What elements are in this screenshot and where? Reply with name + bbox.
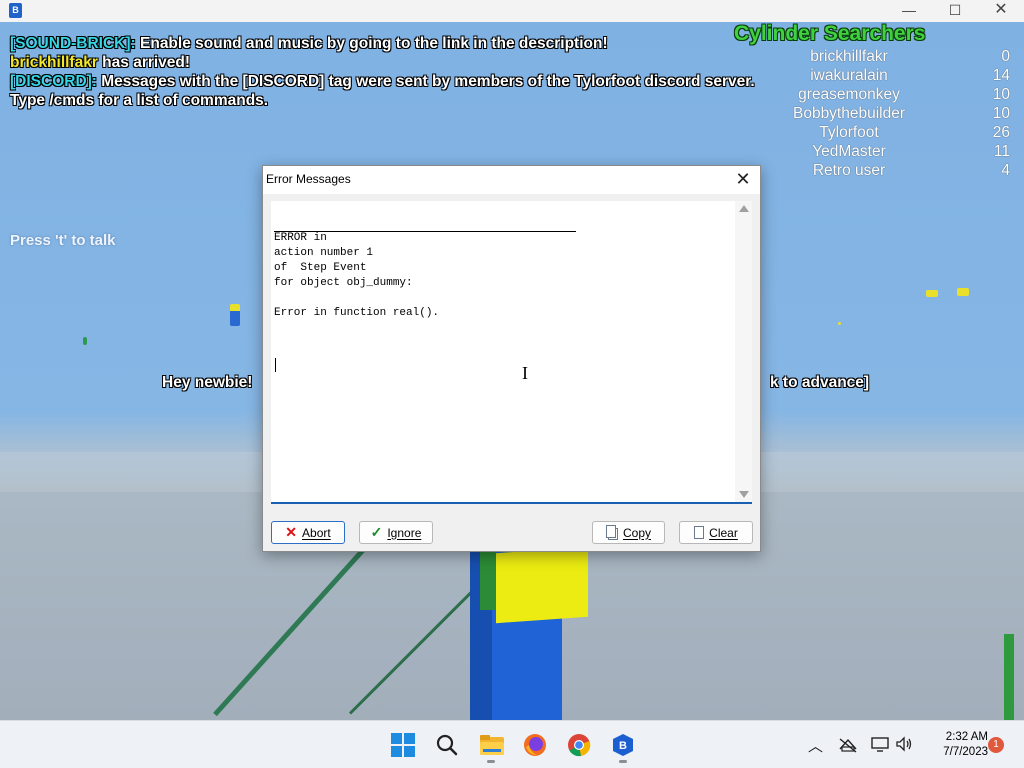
distant-player	[838, 322, 841, 325]
chat-log: [SOUND-BRICK]: Enable sound and music by…	[10, 34, 755, 110]
file-explorer-icon[interactable]	[479, 733, 504, 757]
ignore-label: Ignore	[387, 525, 422, 540]
volume-icon[interactable]	[895, 736, 913, 757]
dialog-titlebar[interactable]: Error Messages ✕	[263, 166, 760, 194]
chat-line: [SOUND-BRICK]: Enable sound and music by…	[10, 34, 755, 53]
chrome-icon[interactable]	[567, 733, 591, 757]
player-score: 10	[992, 86, 1010, 103]
chat-message: Type /cmds for a list of commands.	[10, 92, 269, 109]
green-rail-2	[348, 578, 486, 715]
error-text-area[interactable]: ERROR in action number 1 of Step Event f…	[271, 201, 752, 504]
chat-line: brickhillfakr has arrived!	[10, 53, 755, 72]
scroll-up-arrow-icon[interactable]	[739, 205, 749, 212]
green-pole	[1004, 634, 1014, 720]
error-message-text: ERROR in action number 1 of Step Event f…	[274, 232, 440, 319]
player-name: Bobbythebuilder	[792, 105, 906, 122]
leaderboard-row: Tylorfoot 26	[734, 124, 1014, 143]
clock-date: 7/7/2023	[943, 746, 988, 758]
player-avatar-head	[496, 546, 588, 624]
player-name: iwakuralain	[810, 67, 888, 84]
text-caret	[275, 358, 276, 372]
chat-tag: [DISCORD]:	[10, 73, 97, 90]
clear-button[interactable]: Clear	[679, 521, 753, 544]
taskbar: B ︿ 2:32 AM 7/7/2023 1	[0, 720, 1024, 768]
chat-line: [DISCORD]: Messages with the [DISCORD] t…	[10, 72, 755, 91]
tutorial-bubble-right: k to advance]	[770, 374, 870, 391]
minimize-button[interactable]: —	[886, 0, 932, 22]
blank-document-icon	[694, 526, 705, 539]
chat-message: has arrived!	[97, 54, 191, 71]
leaderboard-row: YedMaster 11	[734, 143, 1014, 162]
abort-button[interactable]: ✕ Abort	[271, 521, 345, 544]
leaderboard-title: Cylinder Searchers	[734, 22, 926, 45]
vertical-scrollbar[interactable]	[735, 201, 752, 502]
error-dialog: Error Messages ✕ ERROR in action number …	[262, 165, 761, 552]
player-name: Tylorfoot	[819, 124, 879, 141]
leaderboard-row: brickhillfakr 0	[734, 48, 1014, 67]
search-icon[interactable]	[435, 733, 459, 757]
player-avatar-arm	[480, 550, 496, 610]
leaderboard-row: Bobbythebuilder 10	[734, 105, 1014, 124]
player-name: YedMaster	[812, 143, 886, 160]
tutorial-bubble-left: Hey newbie!	[162, 374, 253, 391]
network-offline-icon[interactable]	[838, 737, 858, 758]
player-score: 4	[1001, 162, 1010, 179]
maximize-button[interactable]: ☐	[932, 0, 978, 22]
separator-line	[274, 231, 576, 232]
running-indicator	[487, 760, 495, 763]
player-score: 14	[992, 67, 1010, 84]
scroll-down-arrow-icon[interactable]	[739, 491, 749, 498]
player-score: 0	[1001, 48, 1010, 65]
dialog-close-button[interactable]: ✕	[732, 168, 754, 190]
notification-badge[interactable]: 1	[988, 737, 1004, 753]
taskbar-clock[interactable]: 2:32 AM 7/7/2023	[918, 730, 988, 760]
text-cursor-icon: I	[522, 363, 528, 383]
copy-icon	[605, 525, 618, 540]
copy-button[interactable]: Copy	[592, 521, 665, 544]
player-score: 26	[992, 124, 1010, 141]
chevron-up-icon[interactable]: ︿	[808, 735, 823, 756]
brickhill-app-icon: B	[9, 3, 22, 18]
x-icon: ✕	[285, 524, 298, 540]
copy-label: Copy	[622, 525, 651, 540]
running-indicator	[619, 760, 627, 763]
chat-message: Messages with the [DISCORD] tag were sen…	[96, 73, 755, 90]
dialog-title: Error Messages	[266, 172, 351, 186]
abort-label: Abort	[302, 525, 331, 540]
display-icon[interactable]	[871, 736, 889, 757]
leaderboard-row: Retro user 4	[734, 162, 1014, 181]
chat-hint: Press 't' to talk	[10, 232, 116, 249]
chat-tag: [SOUND-BRICK]:	[10, 35, 136, 52]
chat-message: Enable sound and music by going to the l…	[135, 35, 608, 52]
leaderboard-row: greasemonkey 10	[734, 86, 1014, 105]
svg-text:B: B	[619, 740, 627, 752]
player-name: Retro user	[812, 162, 886, 179]
distant-player	[926, 290, 938, 297]
close-window-button[interactable]: ✕	[978, 0, 1024, 22]
windows-start-icon[interactable]	[391, 733, 415, 757]
chat-line: Type /cmds for a list of commands.	[10, 91, 755, 110]
clear-label: Clear	[709, 525, 738, 540]
player-name: greasemonkey	[798, 86, 900, 103]
player-name: brickhillfakr	[810, 48, 888, 65]
brickhill-taskbar-icon[interactable]: B	[611, 733, 635, 757]
player-score: 11	[993, 143, 1010, 160]
distant-player	[957, 288, 969, 296]
checkmark-icon: ✓	[370, 524, 383, 540]
distant-player	[83, 337, 87, 345]
chat-username: brickhillfakr	[10, 54, 98, 71]
ignore-button[interactable]: ✓ Ignore	[359, 521, 433, 544]
clock-time: 2:32 AM	[945, 731, 988, 743]
player-score: 10	[992, 105, 1010, 122]
firefox-icon[interactable]	[523, 733, 547, 757]
distant-player	[230, 304, 240, 326]
leaderboard-row: iwakuralain 14	[734, 67, 1014, 86]
window-titlebar: B — ☐ ✕	[0, 0, 1024, 22]
